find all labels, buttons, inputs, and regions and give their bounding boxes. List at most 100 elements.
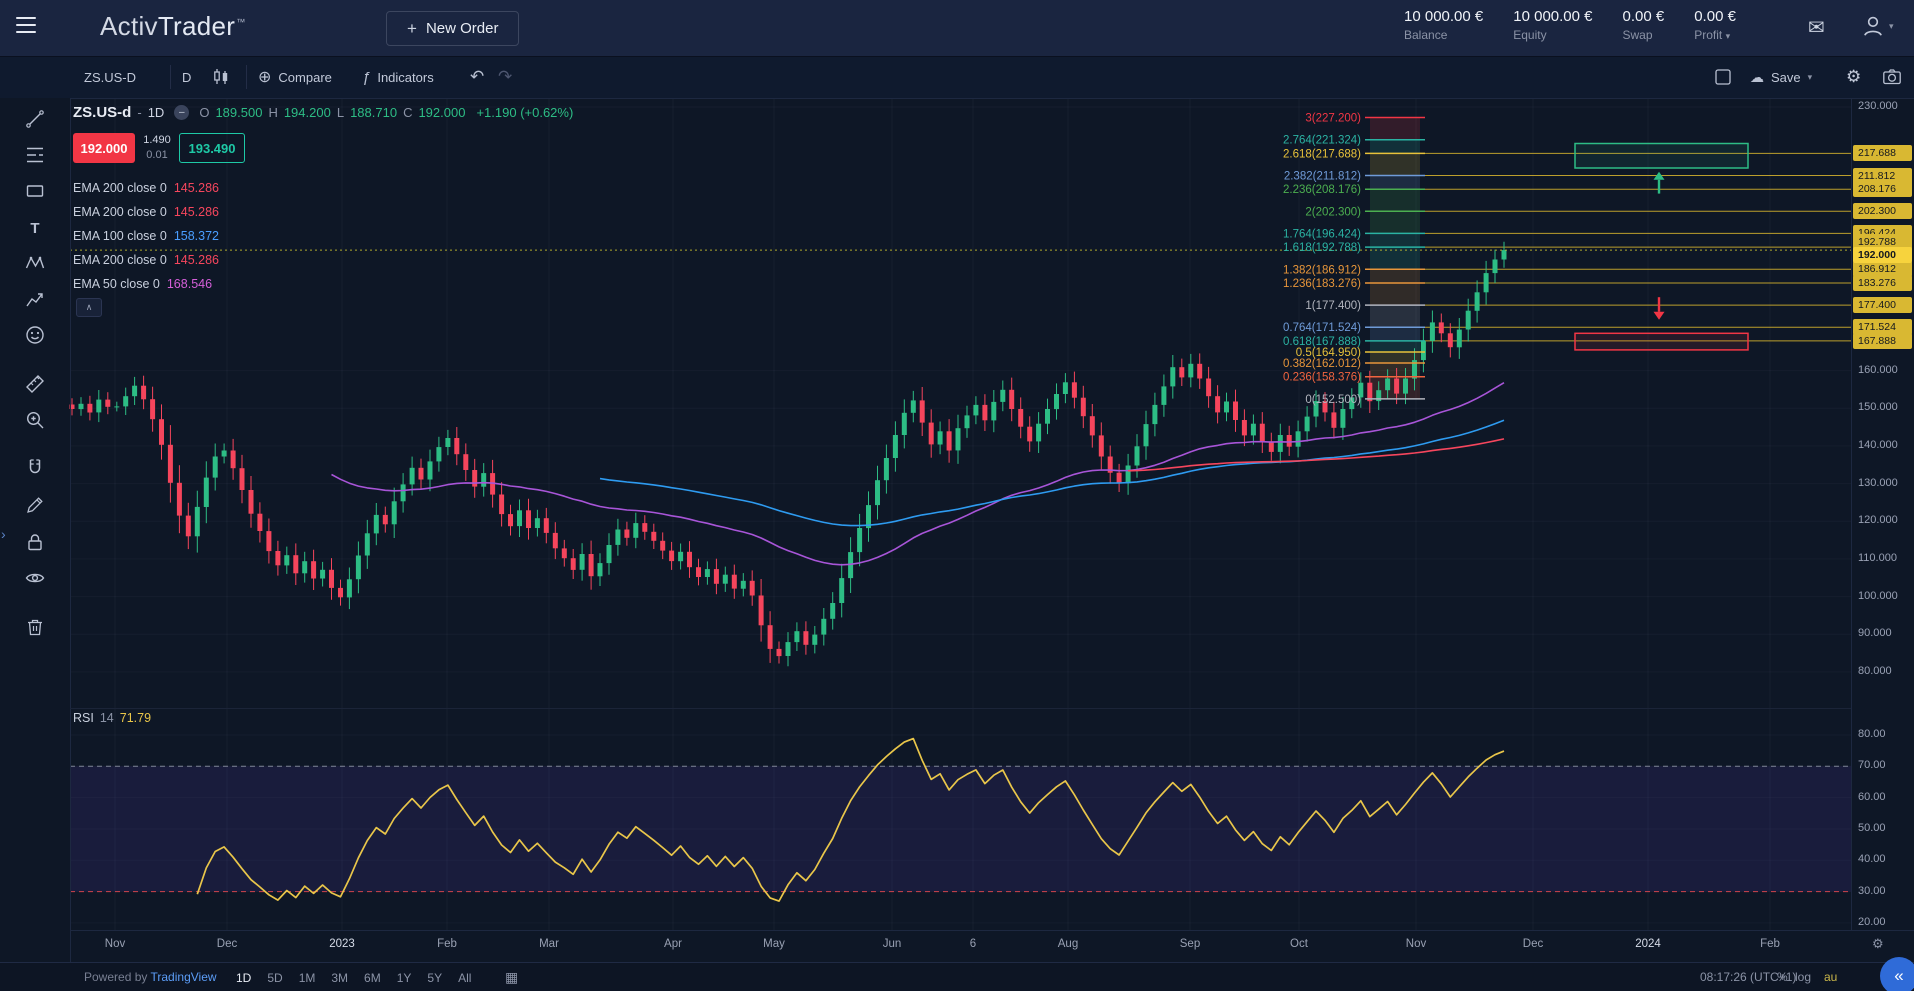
range-selector: 1D 5D 1M 3M 6M 1Y 5Y All — [236, 963, 471, 991]
tool-xabcd-pattern[interactable] — [22, 250, 48, 276]
tool-text[interactable]: T — [22, 215, 48, 241]
collapse-symbol-icon[interactable]: – — [174, 105, 189, 120]
compare-label: Compare — [278, 70, 331, 85]
range-1M[interactable]: 1M — [299, 971, 316, 985]
tool-zoom[interactable] — [22, 407, 48, 433]
high-label: H — [268, 105, 277, 120]
user-avatar[interactable]: ▾ — [1860, 13, 1894, 39]
trend-line-icon — [24, 108, 46, 130]
fib-level-label: 2.382(211.812) — [1284, 171, 1361, 183]
mail-icon[interactable]: ✉ — [1808, 15, 1825, 40]
chart-style-button[interactable] — [212, 56, 230, 98]
tradingview-link[interactable]: TradingView — [151, 970, 217, 984]
tool-trend-line[interactable] — [22, 106, 48, 132]
fib-price-tag: 217.688 — [1853, 145, 1912, 161]
account-label: Equity — [1513, 28, 1592, 42]
account-value: 0.00 € — [1623, 8, 1665, 25]
point-value: 0.01 — [135, 148, 179, 162]
log-scale-button[interactable]: log — [1795, 963, 1811, 991]
title-separator: - — [137, 105, 141, 120]
restore-panel-button[interactable]: « — [1880, 957, 1914, 991]
ema-legend-row[interactable]: EMA 200 close 0 145.286 — [73, 200, 219, 224]
layout-icon — [1714, 68, 1732, 86]
fib-level-label: 0.382(162.012) — [1283, 358, 1361, 370]
compare-button[interactable]: ⊕ Compare — [258, 56, 332, 98]
range-1D[interactable]: 1D — [236, 971, 251, 985]
range-5Y[interactable]: 5Y — [427, 971, 442, 985]
plus-icon: + — [407, 19, 417, 39]
indicators-label: Indicators — [377, 70, 433, 85]
tool-long-position[interactable] — [22, 287, 48, 313]
screenshot-button[interactable] — [1882, 56, 1902, 98]
chevron-down-icon[interactable]: ▾ — [1726, 31, 1731, 41]
new-order-label: New Order — [426, 20, 499, 37]
rsi-axis-label: 40.00 — [1858, 853, 1886, 865]
tool-emoji[interactable] — [22, 322, 48, 348]
layout-button[interactable] — [1714, 56, 1732, 98]
ema-legend-label: EMA 100 close 0 — [73, 229, 167, 243]
chart-canvas[interactable]: 3(227.200)2.764(221.324)2.618(217.688)2.… — [0, 0, 1914, 991]
ema-legend-row[interactable]: EMA 200 close 0 145.286 — [73, 176, 219, 200]
fib-level-label: 2.764(221.324) — [1283, 135, 1361, 147]
quote-widget: 192.000 1.490 0.01 193.490 — [73, 133, 245, 163]
magnet-icon — [24, 457, 46, 479]
collapse-legends-button[interactable]: ∧ — [76, 298, 102, 317]
timeframe-button[interactable]: D — [182, 56, 191, 98]
ema-legend-row[interactable]: EMA 50 close 0 168.546 — [73, 272, 219, 296]
range-5D[interactable]: 5D — [267, 971, 282, 985]
lock-icon — [24, 531, 46, 553]
fib-level-label: 1.618(192.788) — [1283, 242, 1361, 254]
tool-ruler[interactable] — [22, 371, 48, 397]
person-icon — [1860, 13, 1886, 39]
x-axis-label: Feb — [437, 938, 457, 950]
price-axis-label: 230.000 — [1858, 100, 1898, 112]
rsi-panel-divider[interactable] — [70, 708, 1851, 709]
low-label: L — [337, 105, 344, 120]
time-axis[interactable]: ⚙ NovDec2023FebMarAprMayJun6AugSepOctNov… — [0, 930, 1914, 962]
indicators-button[interactable]: ƒ Indicators — [362, 56, 434, 98]
buy-price-button[interactable]: 193.490 — [179, 133, 245, 163]
percent-scale-button[interactable]: % — [1777, 963, 1788, 991]
ema-legend-row[interactable]: EMA 200 close 0 145.286 — [73, 248, 219, 272]
price-axis[interactable]: 230.000160.000150.000140.000130.000120.0… — [1851, 0, 1914, 991]
chart-settings-button[interactable]: ⚙ — [1846, 56, 1861, 98]
eye-icon — [24, 567, 46, 589]
undo-button[interactable]: ↶ — [470, 56, 484, 98]
tool-trash[interactable] — [22, 614, 48, 640]
new-order-button[interactable]: + New Order — [386, 11, 519, 46]
rsi-axis-label: 80.00 — [1858, 728, 1886, 740]
range-3M[interactable]: 3M — [331, 971, 348, 985]
sell-price-button[interactable]: 192.000 — [73, 133, 135, 163]
xabcd-pattern-icon — [24, 252, 46, 274]
price-axis-label: 150.000 — [1858, 401, 1898, 413]
price-axis-label: 120.000 — [1858, 514, 1898, 526]
symbol-tab-label: ZS.US-D — [84, 70, 136, 85]
spread-value: 1.490 — [135, 133, 179, 148]
tool-shapes[interactable] — [22, 178, 48, 204]
range-All[interactable]: All — [458, 971, 471, 985]
tool-eye[interactable] — [22, 565, 48, 591]
tool-fib-retracement[interactable] — [22, 142, 48, 168]
range-1Y[interactable]: 1Y — [397, 971, 412, 985]
x-axis-label: 2023 — [329, 938, 355, 950]
save-button[interactable]: ☁ Save ▾ — [1750, 56, 1812, 98]
menu-icon[interactable] — [16, 17, 42, 39]
drawing-toolbar: T — [0, 56, 70, 962]
range-6M[interactable]: 6M — [364, 971, 381, 985]
tool-draw[interactable] — [22, 492, 48, 518]
ema-legend-row[interactable]: EMA 100 close 0 158.372 — [73, 224, 219, 248]
tool-magnet[interactable] — [22, 455, 48, 481]
text-tool-icon: T — [30, 220, 39, 237]
auto-scale-button[interactable]: au — [1824, 963, 1837, 991]
forecast-icon — [24, 289, 46, 311]
symbol-tab[interactable]: ZS.US-D — [84, 56, 136, 98]
expand-panel-chevron-icon[interactable]: › — [1, 526, 6, 542]
chevron-down-icon: ▾ — [1808, 72, 1813, 83]
go-to-date-button[interactable]: ▦ — [505, 963, 518, 991]
fib-level-label: 0.764(171.524) — [1283, 322, 1361, 334]
fib-level-label: 1.236(183.276) — [1283, 278, 1361, 290]
tool-lock[interactable] — [22, 529, 48, 555]
redo-button[interactable]: ↷ — [498, 56, 512, 98]
low-value: 188.710 — [350, 105, 397, 120]
logo-tm: ™ — [236, 17, 245, 27]
